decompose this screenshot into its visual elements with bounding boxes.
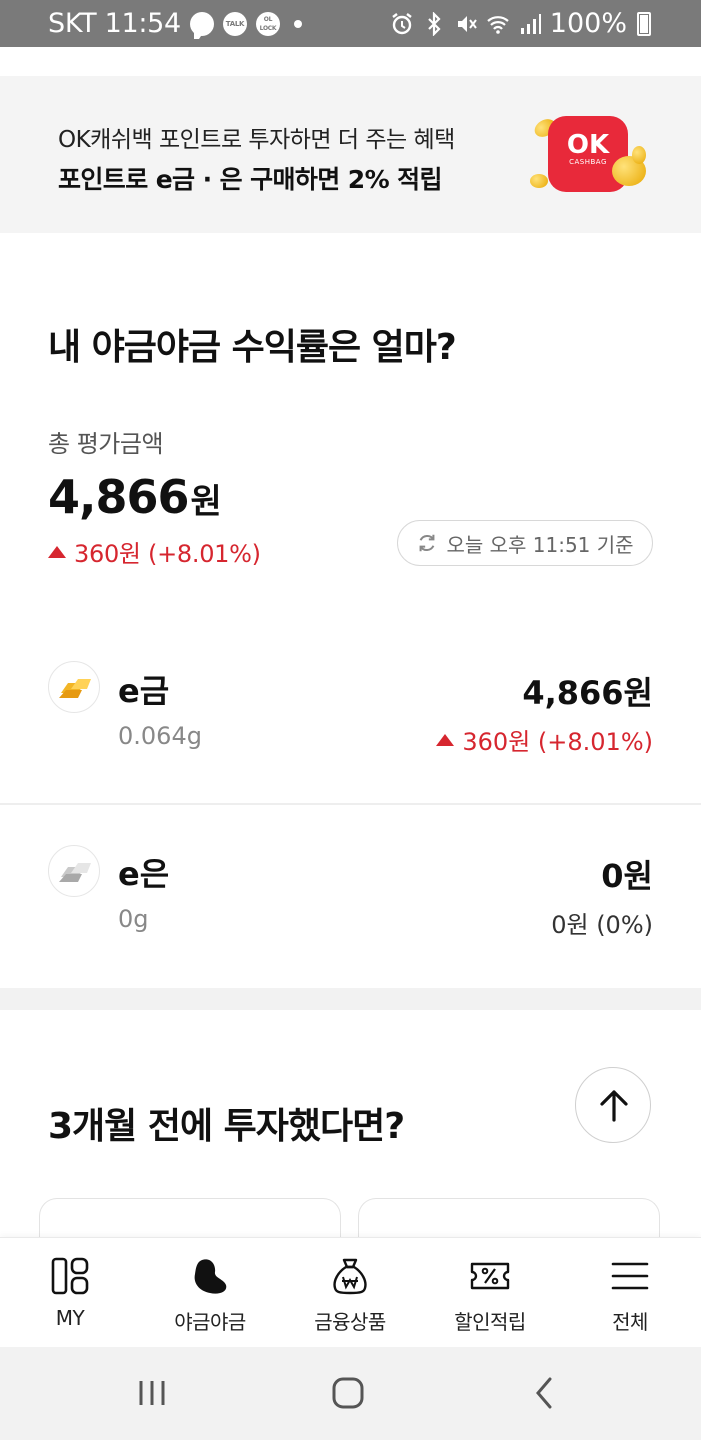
asset-quantity: 0g (118, 905, 149, 933)
nav-label: 금융상품 (314, 1310, 386, 1334)
coupon-icon (470, 1262, 510, 1290)
scroll-to-top-button[interactable] (575, 1067, 651, 1143)
promo-subtitle: OK캐쉬백 포인트로 투자하면 더 주는 혜택 (58, 127, 455, 153)
total-valuation-amount: 4,866원 (48, 470, 222, 524)
nav-item-discount[interactable]: 할인적립 (420, 1238, 560, 1348)
recent-apps-icon[interactable] (122, 1367, 182, 1419)
silver-bar-icon (48, 845, 100, 897)
ollock-notification-icon: OL LOCK (255, 11, 280, 36)
nav-label: 할인적립 (454, 1310, 526, 1334)
alarm-icon (392, 12, 412, 34)
menu-icon (611, 1262, 649, 1290)
ok-cashbag-promo-banner[interactable]: OK캐쉬백 포인트로 투자하면 더 주는 혜택 포인트로 e금 · 은 구매하면… (0, 76, 701, 233)
bean-icon (194, 1259, 227, 1294)
my-grid-icon (51, 1257, 89, 1295)
section-separator (0, 988, 701, 1010)
kakaotalk-notification-icon: TALK (222, 11, 247, 36)
nav-label: 전체 (612, 1310, 648, 1334)
asset-change: 360원 (+8.01%) (436, 722, 653, 757)
returns-section-title: 내 야금야금 수익률은 얼마? (48, 327, 457, 368)
up-triangle-icon (48, 545, 66, 558)
more-notifications-icon (293, 19, 302, 28)
up-triangle-icon (436, 733, 455, 746)
battery-icon (637, 11, 651, 36)
nav-item-finance-products[interactable]: 금융상품 (280, 1238, 420, 1348)
wifi-icon (487, 15, 509, 34)
basis-time: 오늘 오후 11:51 기준 (446, 532, 634, 557)
asset-amount: 0원 (601, 857, 653, 895)
asset-change: 0원 (0%) (551, 911, 653, 939)
total-valuation-label: 총 평가금액 (48, 430, 164, 458)
bottom-navigation: MY 야금야금 금융상품 할인적립 전체 (0, 1237, 701, 1347)
total-change: 360원 (+8.01%) (48, 534, 261, 569)
status-bar: SKT 11:54 TALK OL LOCK 100% (0, 0, 701, 47)
carrier-time: SKT 11:54 (48, 8, 181, 39)
signal-icon (520, 13, 541, 34)
home-icon[interactable] (318, 1367, 378, 1419)
coin-icon (632, 146, 646, 164)
nav-label: MY (55, 1306, 85, 1330)
asset-quantity: 0.064g (118, 722, 202, 750)
promo-title: 포인트로 e금 · 은 구매하면 2% 적립 (58, 165, 443, 194)
gold-bar-icon (48, 661, 100, 713)
system-navigation-bar (0, 1347, 701, 1440)
nav-item-my[interactable]: MY (0, 1238, 140, 1348)
money-bag-icon (333, 1258, 367, 1295)
simulation-section-title: 3개월 전에 투자했다면? (48, 1106, 405, 1147)
asset-row-gold[interactable]: e금 0.064g 4,866원 360원 (+8.01%) (0, 630, 701, 804)
nav-label: 야금야금 (174, 1310, 246, 1334)
asset-name: e은 (118, 855, 170, 893)
back-icon[interactable] (514, 1367, 574, 1419)
coin-icon (530, 174, 548, 188)
asset-name: e금 (118, 672, 170, 710)
refresh-icon (420, 534, 435, 552)
chat-notification-icon (189, 11, 214, 39)
refresh-basis-button[interactable]: 오늘 오후 11:51 기준 (397, 520, 653, 566)
nav-item-all[interactable]: 전체 (560, 1238, 700, 1348)
bluetooth-icon (428, 11, 441, 36)
asset-amount: 4,866원 (522, 674, 653, 712)
arrow-up-icon (600, 1090, 628, 1122)
mute-icon (457, 15, 477, 32)
asset-row-silver[interactable]: e은 0g 0원 0원 (0%) (0, 805, 701, 988)
nav-item-yageum[interactable]: 야금야금 (140, 1238, 280, 1348)
battery-percent: 100% (549, 8, 627, 39)
